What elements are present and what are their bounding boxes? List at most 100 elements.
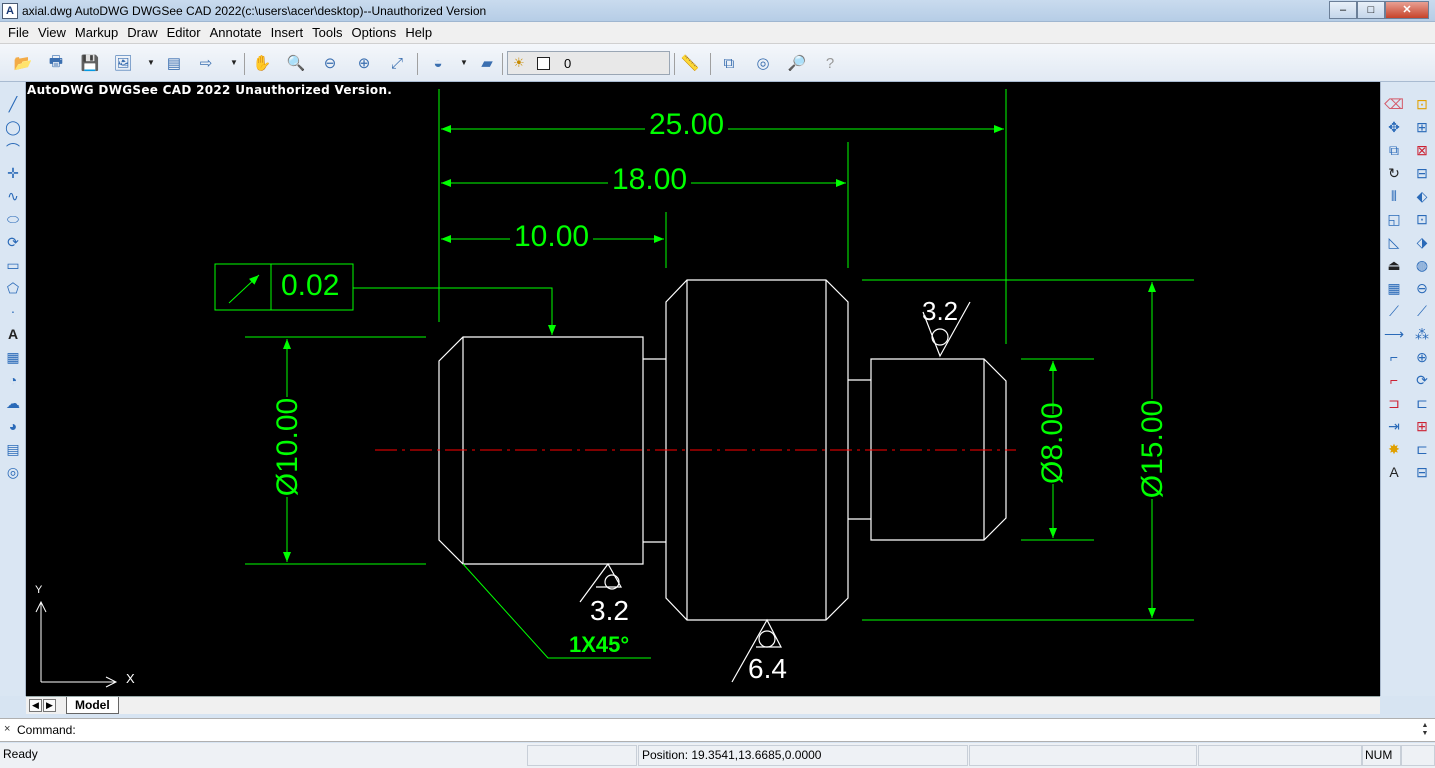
snap-center-icon[interactable]: ⊡ bbox=[1412, 209, 1432, 229]
snap-intersection-icon[interactable]: ⊠ bbox=[1412, 140, 1432, 160]
snap-perpendicular-icon[interactable]: ⊖ bbox=[1412, 278, 1432, 298]
menu-help[interactable]: Help bbox=[403, 25, 439, 40]
fillet-icon[interactable]: ⌐ bbox=[1384, 347, 1404, 367]
menu-tools[interactable]: Tools bbox=[310, 25, 349, 40]
pan-hand-icon[interactable]: ✋ bbox=[251, 52, 273, 74]
drawing-canvas[interactable]: AutoDWG DWGSee CAD 2022 Unauthorized Ver… bbox=[26, 82, 1380, 696]
view-3d-icon[interactable]: ◒ bbox=[427, 52, 449, 74]
measure-ruler-icon[interactable]: 📏 bbox=[679, 52, 701, 74]
menu-draw[interactable]: Draw bbox=[125, 25, 164, 40]
open-folder-icon[interactable]: 📂 bbox=[12, 52, 34, 74]
region-icon[interactable]: ◔ bbox=[3, 370, 23, 390]
view-dropdown-arrow-icon[interactable]: ▼ bbox=[459, 58, 469, 68]
array-icon[interactable]: ▦ bbox=[1384, 278, 1404, 298]
save-icon[interactable]: 💾 bbox=[79, 52, 101, 74]
help-icon[interactable]: ? bbox=[819, 52, 841, 74]
polygon-icon[interactable]: ⬠ bbox=[3, 278, 23, 298]
tolerance-value: 0.02 bbox=[281, 269, 340, 302]
snap-node-icon[interactable]: ⊕ bbox=[1412, 347, 1432, 367]
maximize-button[interactable]: □ bbox=[1357, 1, 1385, 19]
menu-annotate[interactable]: Annotate bbox=[208, 25, 269, 40]
menu-markup[interactable]: Markup bbox=[73, 25, 125, 40]
minimize-button[interactable]: – bbox=[1329, 1, 1357, 19]
zoom-out-icon[interactable]: ⊖ bbox=[319, 52, 341, 74]
snap-nearest-icon[interactable]: ⟳ bbox=[1412, 370, 1432, 390]
snap-parallel-icon[interactable]: ⟋ bbox=[1412, 301, 1432, 321]
snap-settings-icon[interactable]: ⊞ bbox=[1412, 416, 1432, 436]
snap-endpoint-icon[interactable]: ⊡ bbox=[1412, 94, 1432, 114]
ellipse-icon[interactable]: ⬭ bbox=[3, 209, 23, 229]
snap-midpoint-icon[interactable]: ⊞ bbox=[1412, 117, 1432, 137]
snap-from-icon[interactable]: ⊏ bbox=[1412, 439, 1432, 459]
snap-none-icon[interactable]: ⊏ bbox=[1412, 393, 1432, 413]
hatch-icon[interactable]: ▦ bbox=[3, 347, 23, 367]
snap-tangent-icon[interactable]: ◍ bbox=[1412, 255, 1432, 275]
tab-model[interactable]: Model bbox=[66, 697, 119, 714]
zoom-extents-icon[interactable]: ⤢ bbox=[386, 52, 408, 74]
find-icon[interactable]: 🔎 bbox=[786, 52, 808, 74]
scale-icon[interactable]: ◱ bbox=[1384, 209, 1404, 229]
snap-track-icon[interactable]: ⊟ bbox=[1412, 462, 1432, 482]
menu-file[interactable]: File bbox=[6, 25, 36, 40]
snap-quadrant-icon[interactable]: ⬗ bbox=[1412, 232, 1432, 252]
convert-arrow-icon[interactable]: ⇨ bbox=[195, 52, 217, 74]
cloud-icon[interactable]: ☁ bbox=[3, 393, 23, 413]
polyline-icon[interactable]: ⟳ bbox=[3, 232, 23, 252]
view-2d-icon[interactable]: ◎ bbox=[752, 52, 774, 74]
compare-icon[interactable]: ⧉ bbox=[718, 52, 740, 74]
print-icon[interactable]: 🖶 bbox=[45, 52, 67, 74]
arc-icon[interactable]: ⌒ bbox=[3, 140, 23, 160]
mirror-icon[interactable]: ⫴ bbox=[1384, 186, 1404, 206]
rotate-icon[interactable]: ↻ bbox=[1384, 163, 1404, 183]
dimension-lines bbox=[214, 89, 1194, 659]
convert-dropdown-arrow-icon[interactable]: ▼ bbox=[229, 58, 239, 68]
command-line[interactable]: × Command: ▲ ▼ bbox=[0, 718, 1435, 742]
snap-apparent-icon[interactable]: ⊟ bbox=[1412, 163, 1432, 183]
batch-print-icon[interactable]: ▤ bbox=[163, 52, 185, 74]
copy-icon[interactable]: ⧉ bbox=[1384, 140, 1404, 160]
offset-icon[interactable]: ⏏ bbox=[1384, 255, 1404, 275]
tolerance-leader bbox=[353, 287, 556, 335]
close-button[interactable]: ✕ bbox=[1385, 1, 1429, 19]
join-icon[interactable]: ⇥ bbox=[1384, 416, 1404, 436]
menu-insert[interactable]: Insert bbox=[269, 25, 311, 40]
eraser-icon[interactable]: ▰ bbox=[476, 52, 498, 74]
command-scroll-icon[interactable]: ▲ ▼ bbox=[1419, 722, 1431, 738]
tab-prev-icon[interactable]: ◀ bbox=[29, 699, 42, 712]
layer-select[interactable]: ☀ 0 bbox=[507, 51, 670, 75]
line-icon[interactable]: ╱ bbox=[3, 94, 23, 114]
tab-next-icon[interactable]: ▶ bbox=[43, 699, 56, 712]
circle-icon[interactable]: ◯ bbox=[3, 117, 23, 137]
rectangle-icon[interactable]: ▭ bbox=[3, 255, 23, 275]
menu-view[interactable]: View bbox=[36, 25, 73, 40]
point-icon[interactable]: ✛ bbox=[3, 163, 23, 183]
stretch-icon[interactable]: ◺ bbox=[1384, 232, 1404, 252]
toolbar-separator bbox=[244, 53, 245, 75]
text-icon[interactable]: A bbox=[3, 324, 23, 344]
snap-insert-icon[interactable]: ⁂ bbox=[1412, 324, 1432, 344]
status-ready: Ready bbox=[3, 747, 38, 761]
menu-editor[interactable]: Editor bbox=[165, 25, 208, 40]
text-edit-icon[interactable]: A bbox=[1384, 462, 1404, 482]
donut-icon[interactable]: ◎ bbox=[3, 462, 23, 482]
snap-extension-icon[interactable]: ⬖ bbox=[1412, 186, 1432, 206]
erase-icon[interactable]: ⌫ bbox=[1384, 94, 1404, 114]
move-icon[interactable]: ✥ bbox=[1384, 117, 1404, 137]
zoom-realtime-icon[interactable]: 🔍 bbox=[285, 52, 307, 74]
trim-icon[interactable]: ⟋ bbox=[1384, 301, 1404, 321]
command-close-icon[interactable]: × bbox=[4, 723, 10, 735]
zoom-in-icon[interactable]: ⊕ bbox=[353, 52, 375, 74]
menu-bar: File View Markup Draw Editor Annotate In… bbox=[0, 22, 1435, 44]
export-image-icon[interactable]: 🖼 bbox=[112, 52, 134, 74]
chamfer-icon[interactable]: ⌐ bbox=[1384, 370, 1404, 390]
dot-icon[interactable]: · bbox=[3, 301, 23, 321]
block-icon[interactable]: ◕ bbox=[3, 416, 23, 436]
layer-name: 0 bbox=[564, 56, 572, 71]
break-icon[interactable]: ⊐ bbox=[1384, 393, 1404, 413]
spline-icon[interactable]: ∿ bbox=[3, 186, 23, 206]
extend-icon[interactable]: ⟶ bbox=[1384, 324, 1404, 344]
table-icon[interactable]: ▤ bbox=[3, 439, 23, 459]
explode-icon[interactable]: ✸ bbox=[1384, 439, 1404, 459]
export-dropdown-arrow-icon[interactable]: ▼ bbox=[146, 58, 156, 68]
menu-options[interactable]: Options bbox=[350, 25, 404, 40]
